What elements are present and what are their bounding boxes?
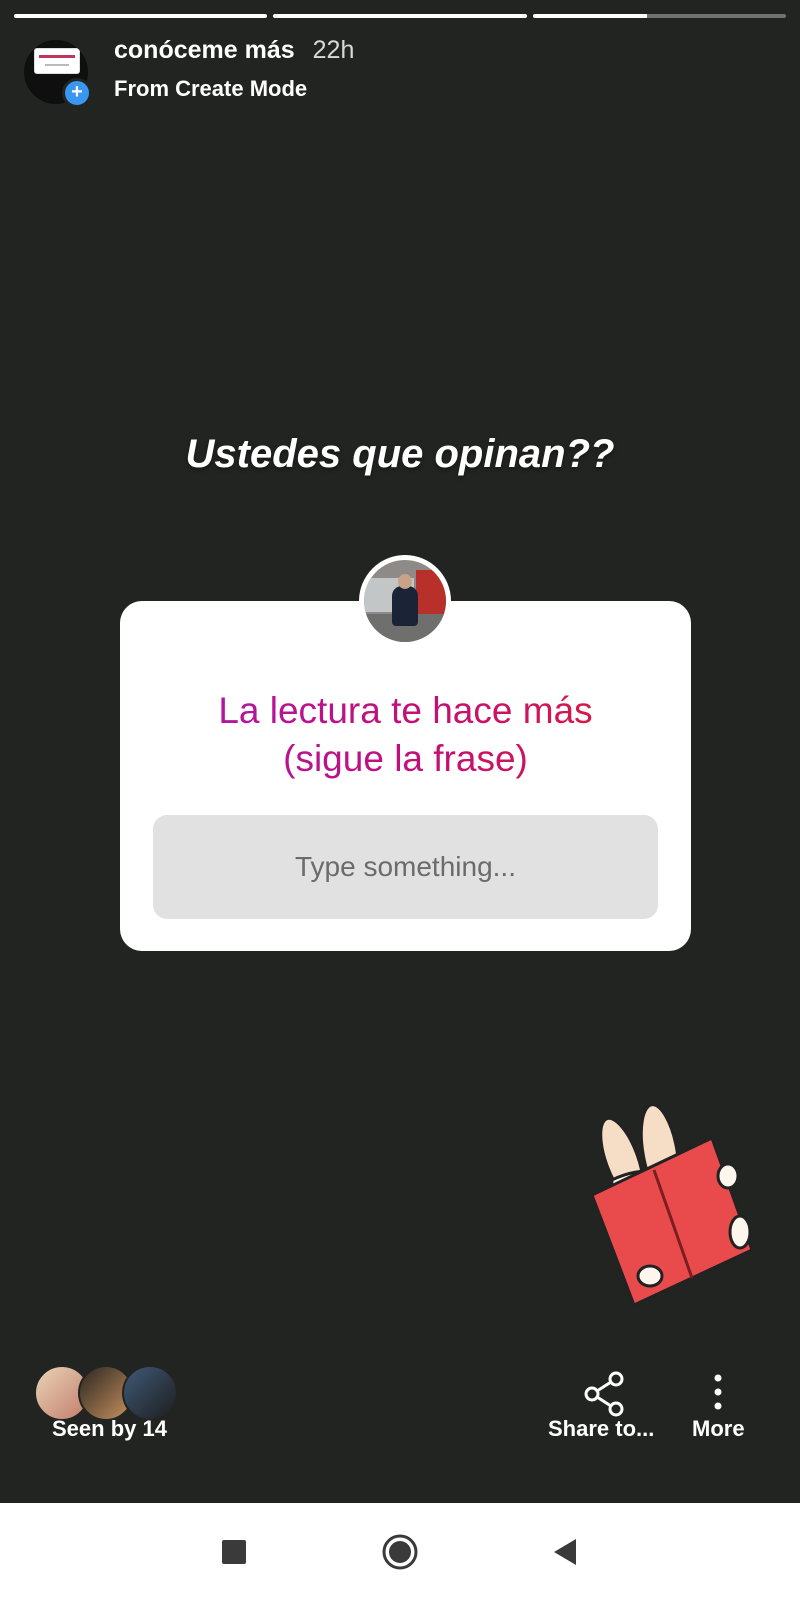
progress-segment	[273, 14, 527, 18]
story-caption: Ustedes que opinan??	[185, 432, 615, 476]
triangle-back-icon[interactable]	[540, 1527, 590, 1577]
progress-segment	[14, 14, 268, 18]
circle-icon[interactable]	[375, 1527, 425, 1577]
story-header: + conóceme más 22h From Create Mode	[24, 36, 776, 108]
question-text: La lectura te hace más (sigue la frase)	[120, 687, 691, 783]
story-viewer[interactable]: + conóceme más 22h From Create Mode Uste…	[0, 0, 800, 1503]
square-icon[interactable]	[209, 1527, 259, 1577]
story-footer: Seen by 14 Share to... More	[0, 1360, 800, 1480]
add-story-icon[interactable]: +	[62, 78, 92, 108]
viewer-avatar[interactable]	[122, 1365, 178, 1421]
bunny-reading-sticker-icon	[592, 1103, 754, 1308]
share-button-label[interactable]: Share to...	[548, 1416, 654, 1442]
story-username[interactable]: conóceme más	[114, 36, 295, 65]
question-sticker-avatar	[359, 555, 451, 647]
progress-segment-current	[532, 14, 786, 18]
share-icon[interactable]	[582, 1370, 626, 1418]
story-progress-bar	[14, 14, 786, 18]
story-source-label: From Create Mode	[114, 76, 308, 101]
seen-by-count[interactable]: Seen by 14	[52, 1416, 167, 1442]
question-sticker[interactable]: La lectura te hace más (sigue la frase) …	[120, 601, 691, 951]
question-answer-field[interactable]: Type something...	[153, 815, 658, 919]
android-navigation-bar	[0, 1503, 800, 1600]
vertical-dots-icon[interactable]	[708, 1370, 728, 1418]
profile-avatar[interactable]: +	[24, 40, 92, 108]
more-button-label[interactable]: More	[692, 1416, 745, 1442]
story-timestamp: 22h	[312, 36, 355, 64]
